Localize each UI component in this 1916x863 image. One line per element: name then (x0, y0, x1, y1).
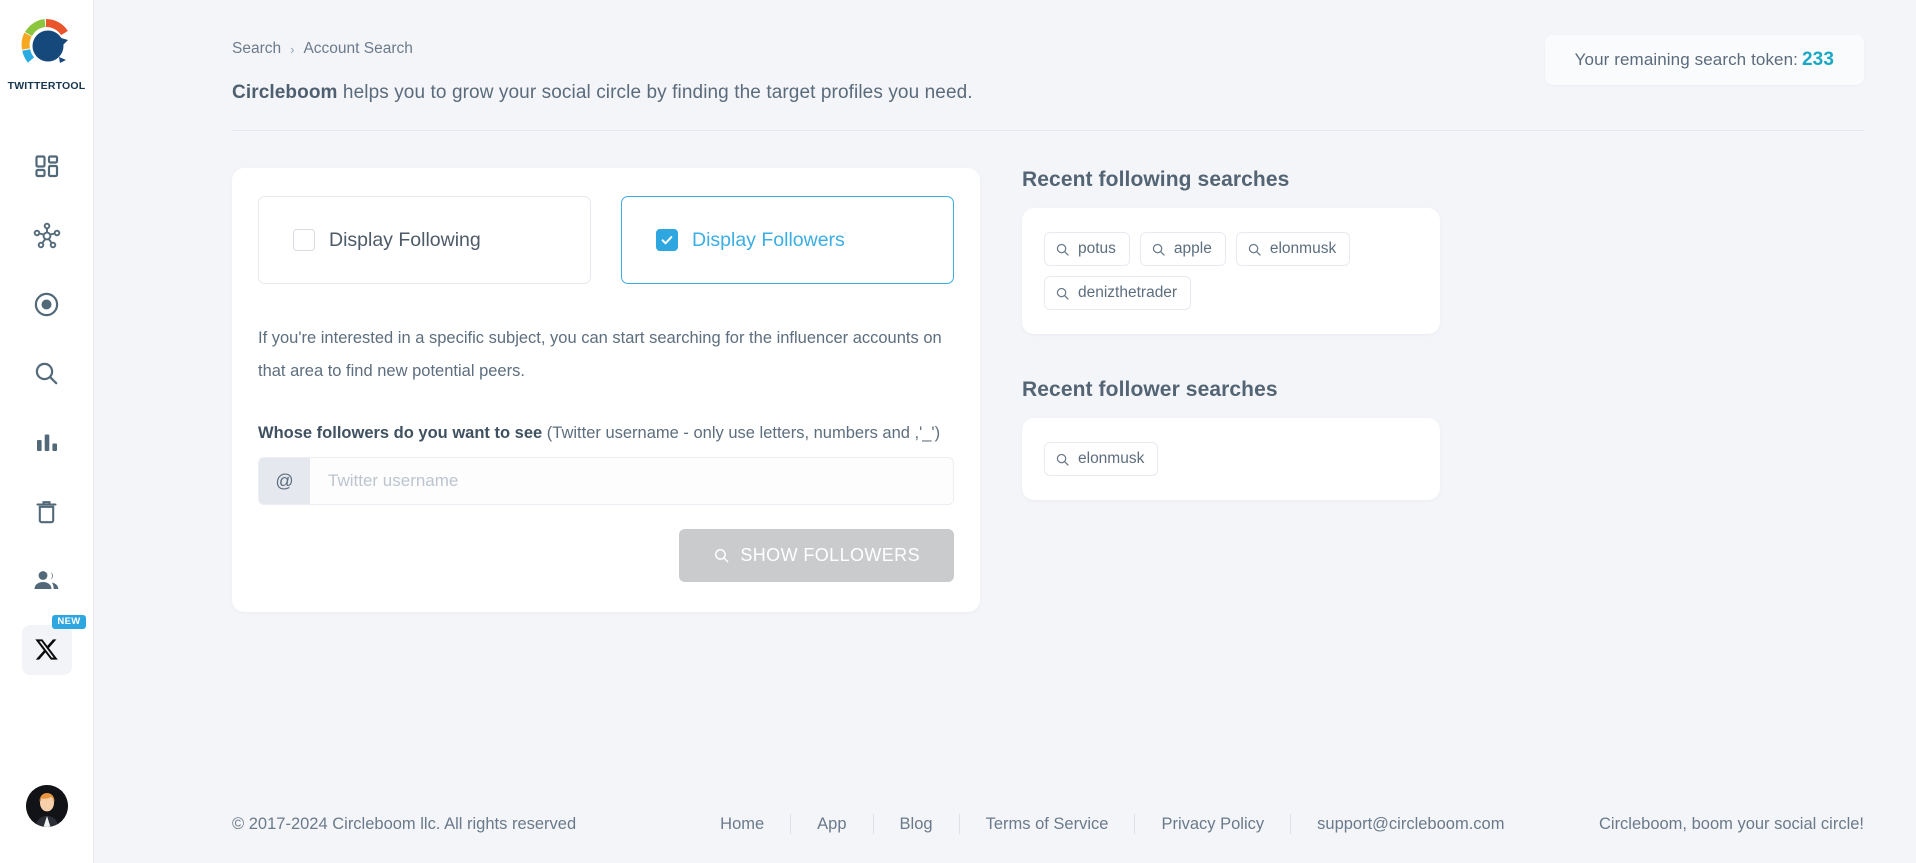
header-divider (232, 130, 1864, 131)
footer-link[interactable]: Blog (874, 815, 959, 834)
sidebar-item-cleanup[interactable] (0, 477, 93, 546)
magnifier-icon (1056, 243, 1069, 256)
network-nodes-icon (33, 222, 60, 248)
username-field-label: Whose followers do you want to see (Twit… (258, 424, 954, 443)
option-display-following[interactable]: Display Following (258, 196, 591, 284)
magnifier-icon (35, 362, 58, 385)
footer: © 2017-2024 Circleboom llc. All rights r… (94, 785, 1916, 863)
app-root: TWITTERTOOL NEW Your remaining search to… (0, 0, 1916, 863)
sidebar-item-target[interactable] (0, 270, 93, 339)
avatar[interactable] (25, 785, 68, 827)
footer-link[interactable]: Privacy Policy (1135, 815, 1290, 834)
at-symbol-icon: @ (259, 458, 310, 504)
recent-search-tag-label: denizthetrader (1078, 284, 1178, 301)
search-token-label: Your remaining search token: (1574, 50, 1798, 69)
breadcrumb-separator-icon: › (290, 41, 295, 57)
recent-search-tag-label: potus (1078, 240, 1116, 257)
recent-search-tag[interactable]: potus (1044, 232, 1130, 266)
footer-link[interactable]: Terms of Service (960, 815, 1135, 834)
main-content: Your remaining search token: 233 Search ›… (94, 0, 1916, 863)
check-icon (661, 236, 673, 245)
search-token-value: 233 (1801, 49, 1834, 70)
search-token-badge: Your remaining search token: 233 (1544, 35, 1864, 85)
sidebar-item-search[interactable] (0, 339, 93, 408)
page-tagline: Circleboom helps you to grow your social… (232, 82, 973, 104)
footer-copyright: © 2017-2024 Circleboom llc. All rights r… (232, 814, 577, 833)
footer-links: Home App Blog Terms of Service Privacy Polic… (694, 814, 1530, 834)
trash-bin-icon (36, 501, 57, 524)
tagline-rest: helps you to grow your social circle by … (337, 82, 973, 103)
checkbox-display-following[interactable] (293, 229, 315, 251)
sidebar-item-network[interactable] (0, 201, 93, 270)
magnifier-icon (715, 549, 729, 563)
username-input[interactable] (310, 458, 953, 504)
footer-link[interactable]: Home (694, 815, 790, 834)
circleboom-logo-icon (17, 16, 75, 74)
target-circle-icon (34, 292, 59, 317)
recent-follower-title: Recent follower searches (1022, 378, 1278, 401)
sidebar-item-audience[interactable] (0, 546, 93, 615)
recent-search-tag[interactable]: denizthetrader (1044, 276, 1192, 310)
recent-search-tag-label: elonmusk (1078, 450, 1145, 467)
show-followers-label: SHOW FOLLOWERS (740, 545, 920, 565)
footer-link[interactable]: support@circleboom.com (1291, 815, 1530, 834)
sidebar-item-dashboard[interactable] (0, 132, 93, 201)
submit-row: SHOW FOLLOWERS (258, 529, 954, 582)
magnifier-icon (1248, 243, 1261, 256)
display-mode-options: Display Following Display Followers (258, 196, 954, 284)
content-row: Display Following Display Followers If y… (232, 168, 1864, 612)
new-badge: NEW (52, 614, 86, 629)
username-field-label-hint: (Twitter username - only use letters, nu… (542, 424, 941, 442)
recent-search-tag[interactable]: elonmusk (1044, 442, 1159, 476)
brand-logo[interactable]: TWITTERTOOL (8, 16, 86, 92)
option-display-following-label: Display Following (329, 228, 481, 251)
footer-slogan: Circleboom, boom your social circle! (1598, 814, 1864, 833)
sidebar-item-analytics[interactable] (0, 408, 93, 477)
recent-search-tag[interactable]: elonmusk (1235, 232, 1351, 266)
footer-link[interactable]: App (791, 815, 872, 834)
sidebar-nav: NEW (0, 132, 93, 684)
search-form-card: Display Following Display Followers If y… (232, 168, 980, 612)
recent-follower-card: elonmusk (1022, 418, 1440, 500)
bar-chart-icon (36, 434, 57, 451)
x-twitter-icon (35, 639, 58, 660)
magnifier-icon (1152, 243, 1165, 256)
username-input-row: @ (258, 457, 954, 505)
recent-search-tag-label: apple (1173, 240, 1212, 257)
username-field-label-bold: Whose followers do you want to see (258, 424, 543, 442)
magnifier-icon (1056, 287, 1069, 300)
sidebar-item-x[interactable]: NEW (0, 614, 93, 684)
recent-searches-column: Recent following searches potus apple elon… (1022, 168, 1440, 612)
recent-search-tag[interactable]: apple (1139, 232, 1226, 266)
brand-name: TWITTERTOOL (7, 80, 86, 92)
x-button[interactable]: NEW (21, 614, 86, 675)
recent-following-title: Recent following searches (1022, 168, 1290, 191)
option-display-followers-label: Display Followers (692, 228, 845, 251)
dashboard-grid-icon (34, 154, 58, 177)
breadcrumb-current[interactable]: Account Search (303, 40, 412, 58)
magnifier-icon (1056, 453, 1069, 466)
show-followers-button[interactable]: SHOW FOLLOWERS (679, 529, 954, 582)
sidebar: TWITTERTOOL NEW (0, 0, 94, 863)
recent-following-card: potus apple elonmusk denizthetrader (1022, 208, 1440, 334)
form-blurb: If you're interested in a specific subje… (258, 329, 942, 380)
breadcrumb-root[interactable]: Search (232, 40, 281, 58)
recent-search-tag-label: elonmusk (1269, 240, 1337, 257)
breadcrumb: Search › Account Search (232, 40, 413, 58)
tagline-brand: Circleboom (232, 82, 338, 103)
option-display-followers[interactable]: Display Followers (621, 196, 954, 284)
checkbox-display-followers[interactable] (656, 229, 678, 251)
users-icon (34, 571, 59, 589)
